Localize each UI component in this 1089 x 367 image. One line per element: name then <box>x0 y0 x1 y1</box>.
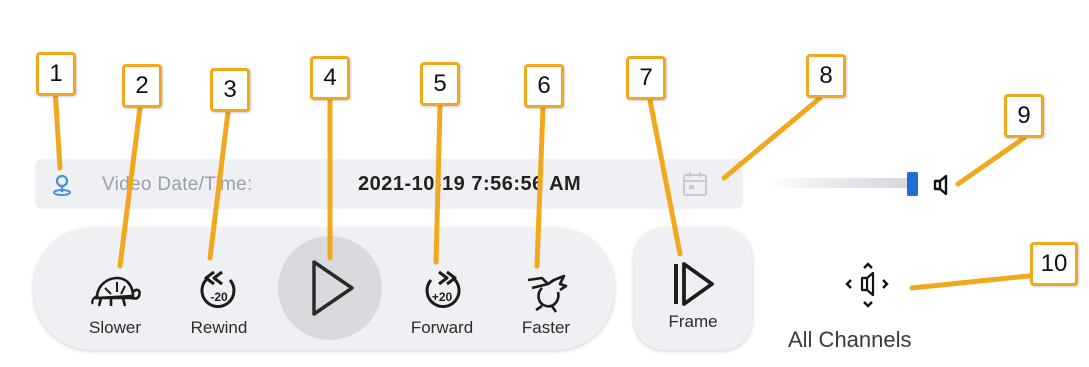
callout-line-8 <box>721 95 823 181</box>
callout-6: 6 <box>524 64 564 108</box>
callout-5: 5 <box>420 62 460 106</box>
callout-2: 2 <box>122 64 162 108</box>
callout-8: 8 <box>806 54 846 98</box>
callout-leader-lines <box>52 85 1041 291</box>
callout-7: 7 <box>626 56 666 100</box>
callout-10: 10 <box>1030 242 1078 286</box>
callout-line-10 <box>909 272 1041 291</box>
callout-3: 3 <box>210 68 250 112</box>
callout-9: 9 <box>1004 94 1044 138</box>
callout-line-1 <box>52 85 63 171</box>
callout-line-7 <box>647 97 683 257</box>
callout-4: 4 <box>310 56 350 100</box>
callout-line-3 <box>207 109 231 261</box>
callout-line-9 <box>955 135 1027 187</box>
callout-line-5 <box>433 103 443 265</box>
callout-1: 1 <box>36 52 76 96</box>
callout-line-6 <box>534 105 546 269</box>
callout-line-2 <box>117 105 143 269</box>
